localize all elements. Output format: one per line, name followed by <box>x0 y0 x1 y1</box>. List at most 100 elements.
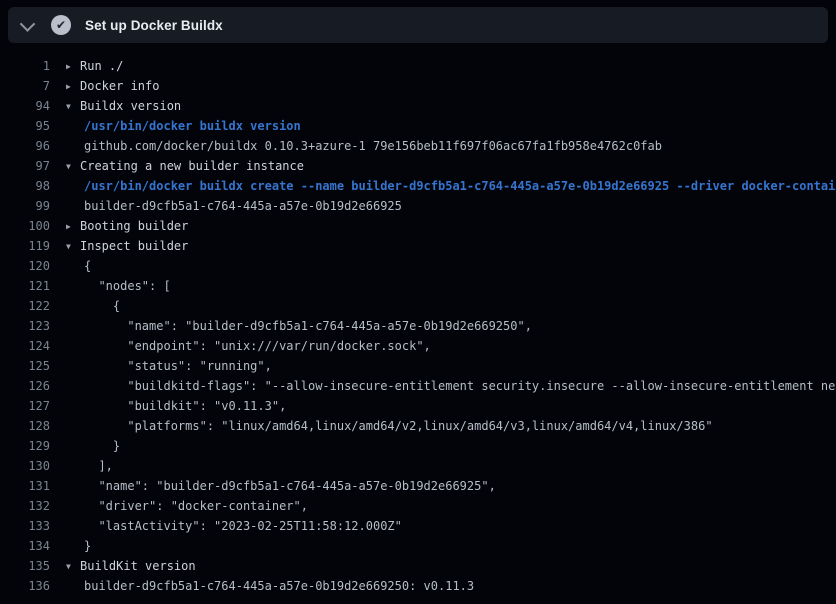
step-title: Set up Docker Buildx <box>85 18 223 33</box>
log-text: /usr/bin/docker buildx create --name bui… <box>84 179 836 193</box>
line-number[interactable]: 131 <box>0 476 50 496</box>
line-number[interactable]: 125 <box>0 356 50 376</box>
log-line: 98/usr/bin/docker buildx create --name b… <box>0 176 836 196</box>
group-collapse-arrow-icon[interactable]: ▼ <box>66 557 80 576</box>
line-number[interactable]: 7 <box>0 76 50 96</box>
log-text: { <box>84 299 120 313</box>
line-number[interactable]: 97 <box>0 156 50 176</box>
line-number[interactable]: 135 <box>0 556 50 576</box>
line-number[interactable]: 124 <box>0 336 50 356</box>
log-text: "nodes": [ <box>84 279 171 293</box>
line-number[interactable]: 121 <box>0 276 50 296</box>
log-group-header[interactable]: ▼Creating a new builder instance <box>66 156 836 176</box>
line-number[interactable]: 98 <box>0 176 50 196</box>
line-number[interactable]: 96 <box>0 136 50 156</box>
line-number[interactable]: 123 <box>0 316 50 336</box>
chevron-down-icon[interactable] <box>20 16 36 32</box>
group-expand-arrow-icon[interactable]: ▶ <box>66 57 80 76</box>
line-number[interactable]: 128 <box>0 416 50 436</box>
line-number[interactable]: 94 <box>0 96 50 116</box>
line-number[interactable]: 127 <box>0 396 50 416</box>
log-group-header[interactable]: ▼Buildx version <box>66 96 836 116</box>
log-line: 130 ], <box>0 456 836 476</box>
log-text: "platforms": "linux/amd64,linux/amd64/v2… <box>84 419 713 433</box>
group-collapse-arrow-icon[interactable]: ▼ <box>66 157 80 176</box>
log-output-line: } <box>66 536 836 556</box>
log-text: Docker info <box>80 79 159 93</box>
log-line: 126 "buildkitd-flags": "--allow-insecure… <box>0 376 836 396</box>
log-line: 132 "driver": "docker-container", <box>0 496 836 516</box>
log-line: 131 "name": "builder-d9cfb5a1-c764-445a-… <box>0 476 836 496</box>
log-text: Booting builder <box>80 219 188 233</box>
log-output-line: github.com/docker/buildx 0.10.3+azure-1 … <box>66 136 836 156</box>
log-line: 1 ▶Run ./ <box>0 56 836 76</box>
log-line: 94 ▼Buildx version <box>0 96 836 116</box>
log-output-line: "lastActivity": "2023-02-25T11:58:12.000… <box>66 516 836 536</box>
line-number[interactable]: 95 <box>0 116 50 136</box>
log-text: } <box>84 439 120 453</box>
log-output-line: "buildkitd-flags": "--allow-insecure-ent… <box>66 376 836 396</box>
log-line: 136 builder-d9cfb5a1-c764-445a-a57e-0b19d… <box>0 576 836 596</box>
log-line: 121 "nodes": [ <box>0 276 836 296</box>
log-text: "endpoint": "unix:///var/run/docker.sock… <box>84 339 431 353</box>
log-text: "lastActivity": "2023-02-25T11:58:12.000… <box>84 519 402 533</box>
log-text: BuildKit version <box>80 559 196 573</box>
log-text: { <box>84 259 91 273</box>
log-text: } <box>84 539 91 553</box>
log-output-line: "endpoint": "unix:///var/run/docker.sock… <box>66 336 836 356</box>
log-line: 135 ▼BuildKit version <box>0 556 836 576</box>
log-group-header[interactable]: ▼Inspect builder <box>66 236 836 256</box>
log-text: Inspect builder <box>80 239 188 253</box>
log-group-header[interactable]: ▶Run ./ <box>66 56 836 76</box>
log-line: 128 "platforms": "linux/amd64,linux/amd6… <box>0 416 836 436</box>
log-line: 122 { <box>0 296 836 316</box>
line-number[interactable]: 129 <box>0 436 50 456</box>
log-text: builder-d9cfb5a1-c764-445a-a57e-0b19d2e6… <box>84 199 402 213</box>
line-number[interactable]: 132 <box>0 496 50 516</box>
log-text: "status": "running", <box>84 359 272 373</box>
log-output-line: "status": "running", <box>66 356 836 376</box>
line-number[interactable]: 99 <box>0 196 50 216</box>
check-circle-icon: ✔ <box>51 15 71 35</box>
log-line: 133 "lastActivity": "2023-02-25T11:58:12… <box>0 516 836 536</box>
log-command-line: /usr/bin/docker buildx version <box>66 116 836 136</box>
group-collapse-arrow-icon[interactable]: ▼ <box>66 97 80 116</box>
log-group-header[interactable]: ▶Booting builder <box>66 216 836 236</box>
log-text: Run ./ <box>80 59 123 73</box>
log-output-line: "buildkit": "v0.11.3", <box>66 396 836 416</box>
line-number[interactable]: 120 <box>0 256 50 276</box>
log-line: 119 ▼Inspect builder <box>0 236 836 256</box>
log-text: Buildx version <box>80 99 181 113</box>
group-expand-arrow-icon[interactable]: ▶ <box>66 217 80 236</box>
line-number[interactable]: 136 <box>0 576 50 596</box>
line-number[interactable]: 100 <box>0 216 50 236</box>
log-output-line: "name": "builder-d9cfb5a1-c764-445a-a57e… <box>66 476 836 496</box>
log-output-line: { <box>66 256 836 276</box>
log-output-line: } <box>66 436 836 456</box>
step-header[interactable]: ✔ Set up Docker Buildx <box>8 7 828 43</box>
line-number[interactable]: 130 <box>0 456 50 476</box>
group-collapse-arrow-icon[interactable]: ▼ <box>66 237 80 256</box>
log-output-line: "name": "builder-d9cfb5a1-c764-445a-a57e… <box>66 316 836 336</box>
log-text: "name": "builder-d9cfb5a1-c764-445a-a57e… <box>84 319 532 333</box>
log-line: 129 } <box>0 436 836 456</box>
log-output-area: 1▶Run ./7▶Docker info94▼Buildx version95… <box>0 43 836 604</box>
line-number[interactable]: 1 <box>0 56 50 76</box>
log-output-line: ], <box>66 456 836 476</box>
line-number[interactable]: 119 <box>0 236 50 256</box>
log-line: 99 builder-d9cfb5a1-c764-445a-a57e-0b19d2… <box>0 196 836 216</box>
line-number[interactable]: 134 <box>0 536 50 556</box>
line-number[interactable]: 122 <box>0 296 50 316</box>
log-group-header[interactable]: ▼BuildKit version <box>66 556 836 576</box>
log-line: 95/usr/bin/docker buildx version <box>0 116 836 136</box>
log-output-line: builder-d9cfb5a1-c764-445a-a57e-0b19d2e6… <box>66 196 836 216</box>
log-line: 127 "buildkit": "v0.11.3", <box>0 396 836 416</box>
log-output-line: "driver": "docker-container", <box>66 496 836 516</box>
group-expand-arrow-icon[interactable]: ▶ <box>66 77 80 96</box>
log-command-line: /usr/bin/docker buildx create --name bui… <box>66 176 836 196</box>
line-number[interactable]: 133 <box>0 516 50 536</box>
log-output-line: { <box>66 296 836 316</box>
line-number[interactable]: 126 <box>0 376 50 396</box>
log-group-header[interactable]: ▶Docker info <box>66 76 836 96</box>
log-output-line: builder-d9cfb5a1-c764-445a-a57e-0b19d2e6… <box>66 576 836 596</box>
